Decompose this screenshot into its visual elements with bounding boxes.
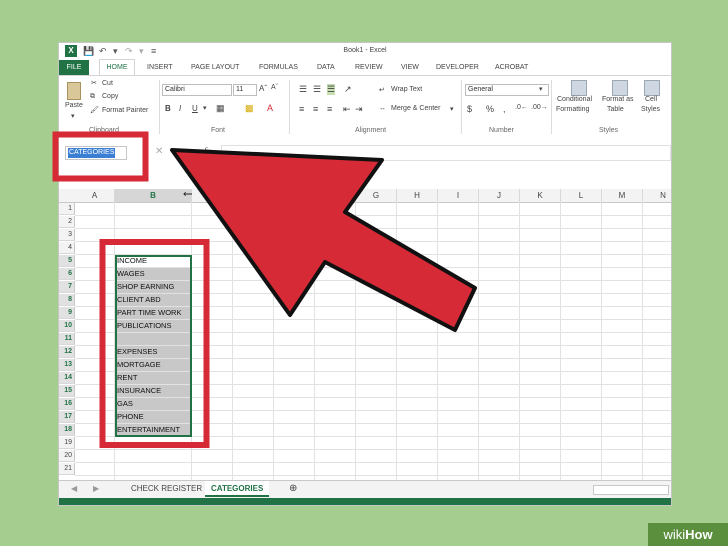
red-arrow-icon (170, 148, 477, 332)
page-background: { "window": { "title": "Book1 - Excel" }… (0, 0, 728, 546)
range-highlight (99, 239, 210, 448)
wikihow-wiki: wiki (663, 527, 686, 542)
annotation-overlay (52, 131, 477, 448)
wikihow-how: How (685, 527, 713, 542)
name-box-highlight (52, 131, 149, 182)
wikihow-watermark: wikiHow (648, 523, 728, 546)
